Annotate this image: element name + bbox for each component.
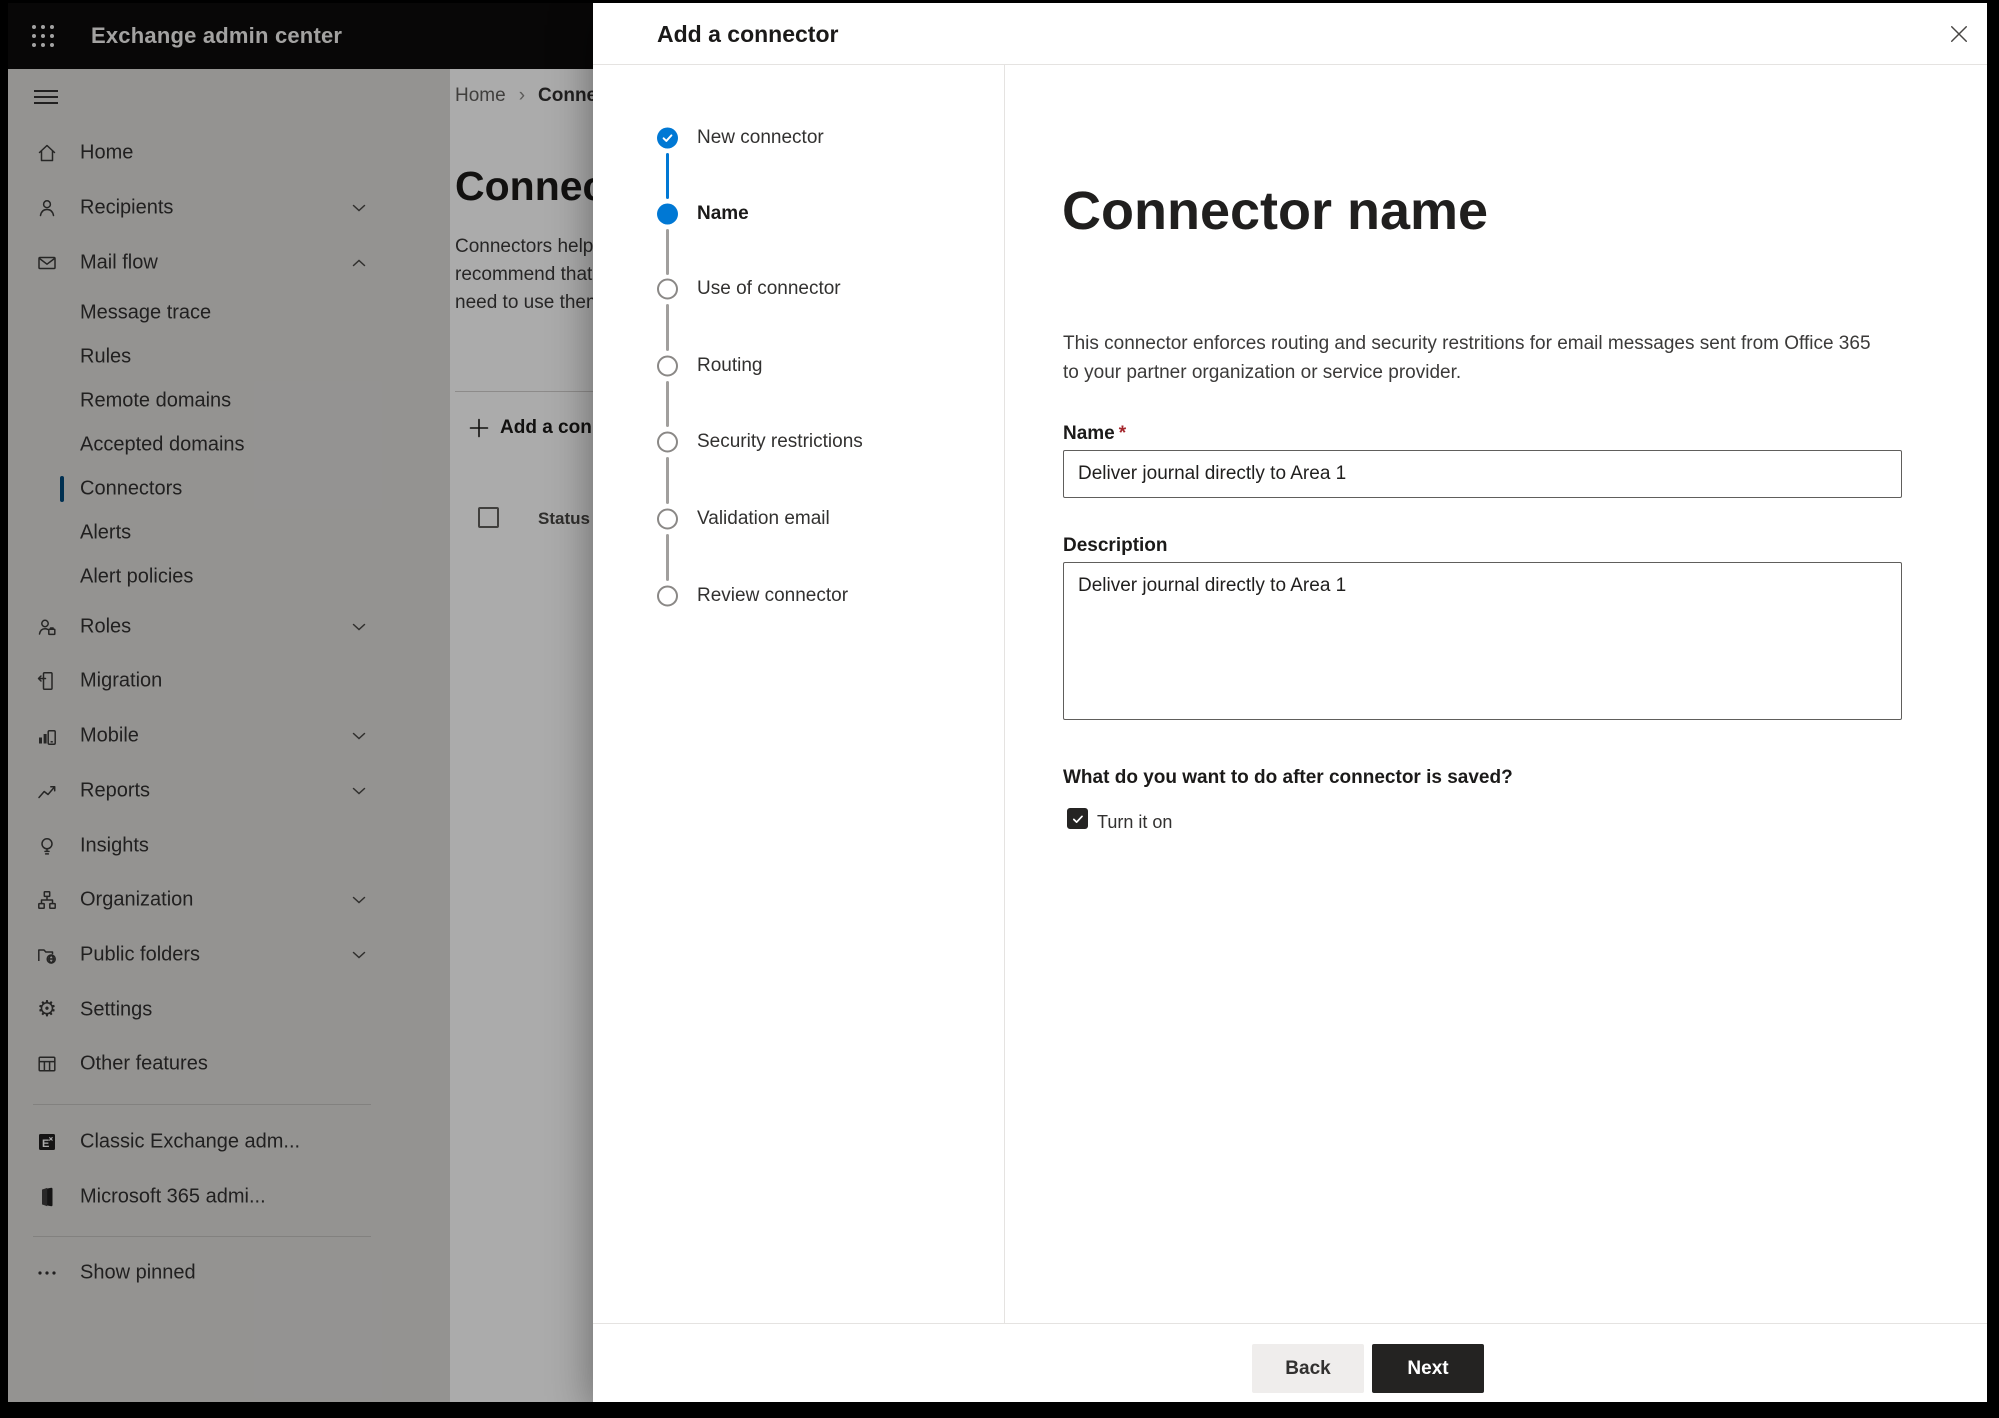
step-label: Routing (697, 355, 763, 376)
checkmark-icon (1072, 815, 1083, 823)
step-label: Review connector (697, 585, 849, 606)
close-icon (1951, 26, 1967, 42)
footer-divider (593, 1323, 1987, 1324)
step-label: New connector (697, 127, 824, 148)
step-heading: Connector name (1062, 181, 1489, 241)
wizard-step-routing[interactable]: Routing (593, 346, 1004, 386)
step-future-dot (657, 278, 678, 300)
add-connector-dialog: Add a connector New connector Name Use o… (593, 3, 1987, 1402)
connector-description-textarea[interactable]: Deliver journal directly to Area 1 (1063, 562, 1902, 720)
step-label: Name (697, 203, 749, 224)
wizard-steps: New connector Name Use of connector Rout… (593, 65, 1005, 1323)
description-field-label: Description (1063, 535, 1168, 556)
wizard-step-name[interactable]: Name (593, 194, 1004, 234)
turn-it-on-label[interactable]: Turn it on (1097, 812, 1172, 833)
connector-name-input[interactable] (1063, 450, 1902, 498)
step-connector-line (666, 457, 669, 504)
step-future-dot (657, 508, 678, 530)
wizard-step-security-restrictions[interactable]: Security restrictions (593, 422, 1004, 462)
back-button[interactable]: Back (1252, 1344, 1364, 1393)
step-label: Security restrictions (697, 431, 863, 452)
required-asterisk: * (1118, 423, 1127, 444)
dialog-header: Add a connector (593, 3, 1987, 65)
step-future-dot (657, 355, 678, 377)
step-connector-line (666, 381, 669, 427)
wizard-step-review-connector[interactable]: Review connector (593, 576, 1004, 616)
after-save-question: What do you want to do after connector i… (1063, 767, 1513, 788)
step-future-dot (657, 585, 678, 607)
step-label: Use of connector (697, 278, 841, 299)
wizard-step-use-of-connector[interactable]: Use of connector (593, 269, 1004, 309)
dialog-title: Add a connector (657, 20, 839, 47)
step-connector-line (666, 534, 669, 581)
step-label: Validation email (697, 508, 830, 529)
wizard-step-validation-email[interactable]: Validation email (593, 499, 1004, 539)
close-button[interactable] (1937, 12, 1981, 56)
step-connector-line (666, 304, 669, 351)
step-completed-check-icon (657, 127, 678, 149)
name-field-label: Name * (1063, 423, 1127, 444)
step-future-dot (657, 431, 678, 453)
step-current-dot (657, 203, 678, 225)
wizard-step-new-connector[interactable]: New connector (593, 118, 1004, 158)
screen: Exchange admin center Home Recipients Ma… (0, 0, 1999, 1418)
turn-it-on-checkbox[interactable] (1067, 808, 1088, 829)
next-button[interactable]: Next (1372, 1344, 1484, 1393)
step-description: This connector enforces routing and secu… (1063, 333, 1871, 383)
step-connector-line (666, 153, 669, 199)
